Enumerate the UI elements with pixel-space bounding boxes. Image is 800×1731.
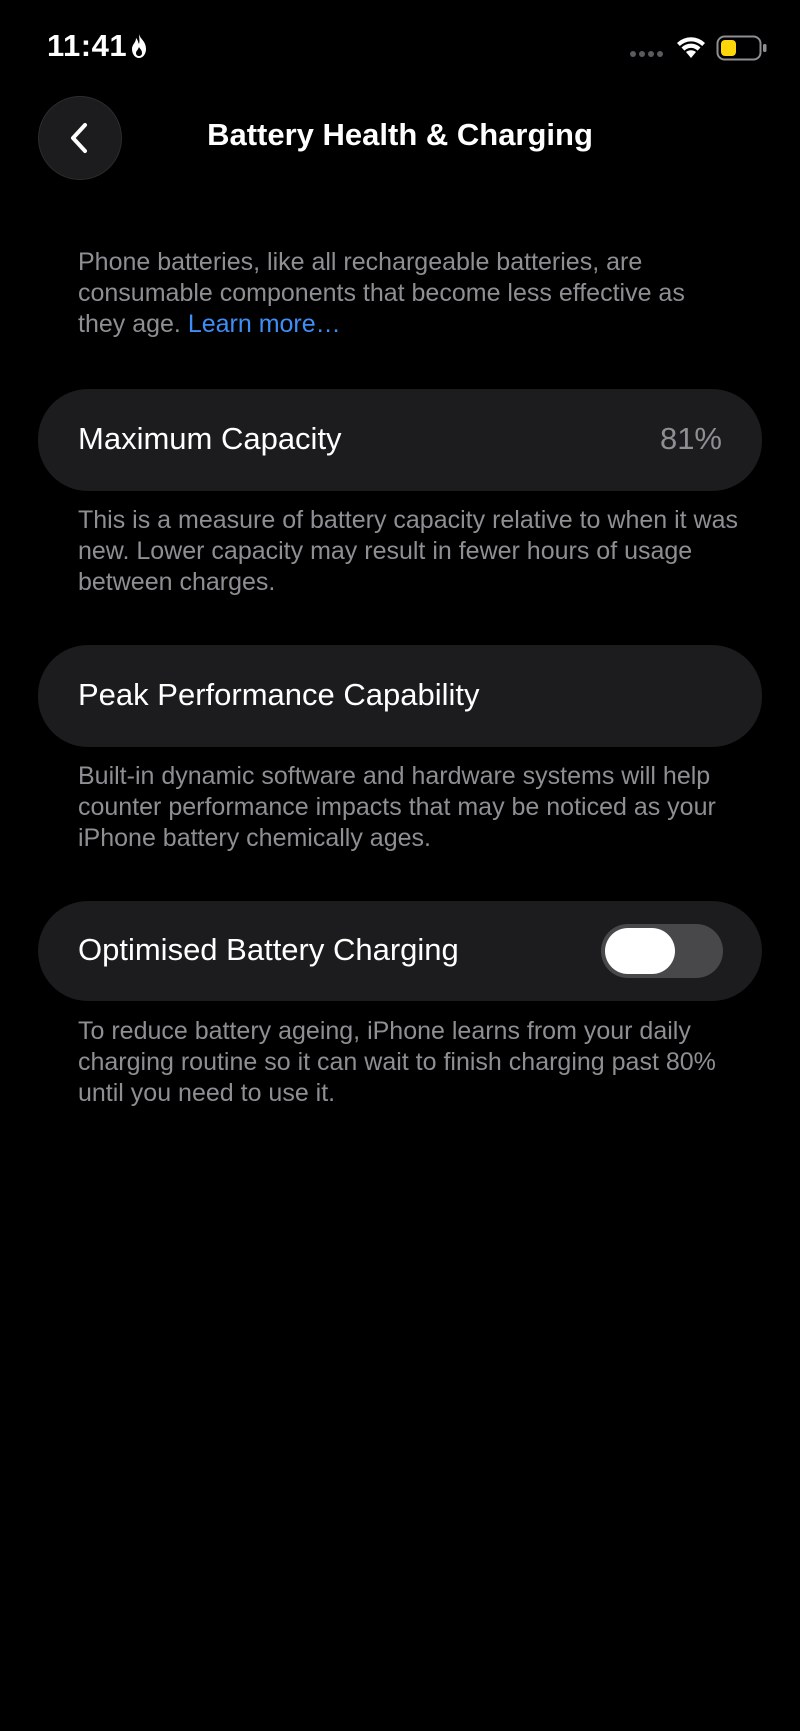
maximum-capacity-value: 81% — [659, 421, 722, 456]
intro-description: Phone batteries, like all rechargeable b… — [78, 248, 685, 338]
battery-icon — [716, 35, 767, 61]
optimised-charging-toggle[interactable] — [601, 924, 723, 978]
status-bar: 11:41 — [0, 0, 800, 96]
optimised-charging-footnote: To reduce battery ageing, iPhone learns … — [78, 1017, 716, 1107]
toggle-knob — [605, 928, 675, 974]
page-title: Battery Health & Charging — [207, 117, 593, 152]
maximum-capacity-label: Maximum Capacity — [78, 421, 342, 456]
learn-more-link[interactable]: Learn more… — [188, 310, 341, 338]
peak-performance-footnote: Built-in dynamic software and hardware s… — [78, 762, 716, 852]
flame-icon — [132, 34, 146, 58]
peak-performance-label: Peak Performance Capability — [78, 677, 480, 712]
optimised-charging-row: Optimised Battery Charging — [38, 901, 762, 1001]
maximum-capacity-row: Maximum Capacity 81% — [38, 389, 762, 491]
signal-dots-icon — [630, 51, 664, 59]
peak-performance-row[interactable]: Peak Performance Capability — [38, 645, 762, 747]
navigation-bar: Battery Health & Charging — [0, 96, 800, 186]
intro-text: Phone batteries, like all rechargeable b… — [78, 247, 738, 340]
status-time: 11:41 — [47, 28, 128, 63]
maximum-capacity-footnote: This is a measure of battery capacity re… — [78, 506, 739, 596]
wifi-icon — [677, 37, 705, 58]
optimised-charging-label: Optimised Battery Charging — [78, 932, 459, 967]
